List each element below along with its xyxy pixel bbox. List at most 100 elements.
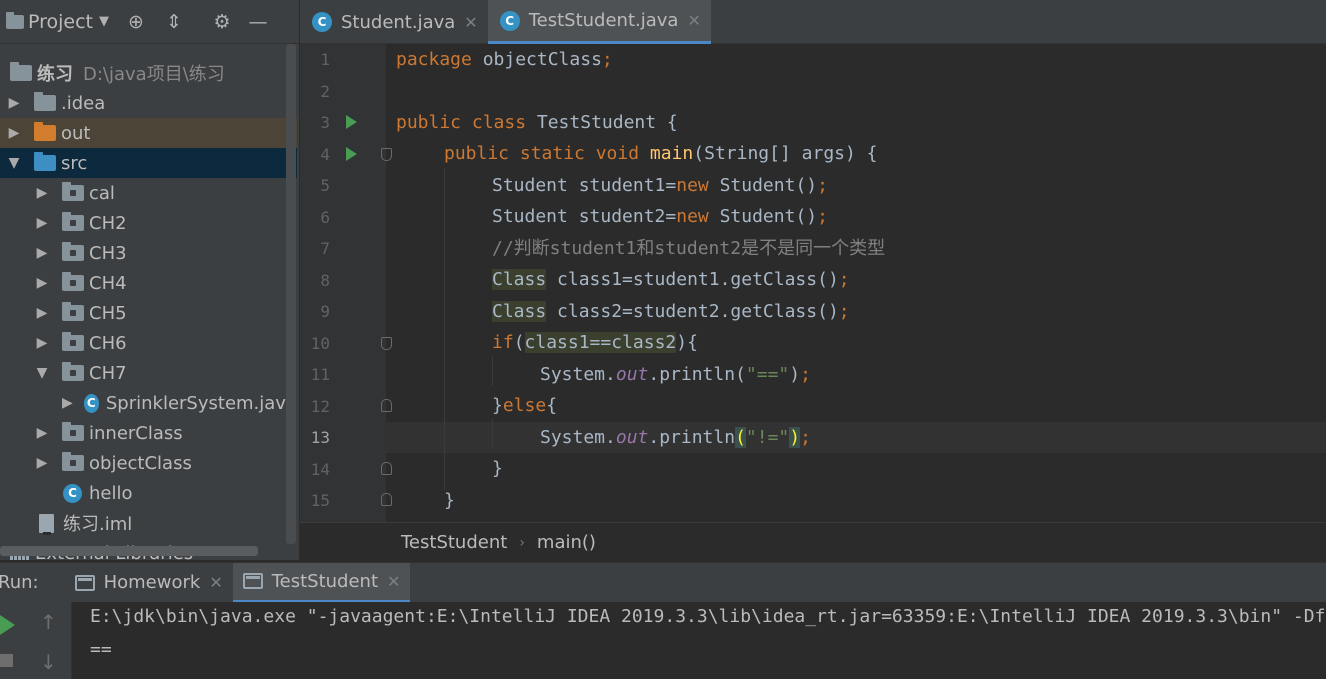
rerun-icon[interactable] xyxy=(0,615,15,635)
console-icon xyxy=(74,574,95,591)
code-line-6: Student student2=new Student(); xyxy=(492,201,828,232)
semicolon: ; xyxy=(817,175,828,196)
stop-icon[interactable] xyxy=(0,654,13,667)
breadcrumb-class[interactable]: TestStudent xyxy=(401,532,507,553)
code-text: class2=student2.getClass() xyxy=(546,301,839,322)
tree-item-innerclass[interactable]: ▶ innerClass xyxy=(0,418,297,448)
tree-item-ch5[interactable]: ▶ CH5 xyxy=(0,298,297,328)
tree-item-ch3[interactable]: ▶ CH3 xyxy=(0,238,297,268)
chevron-right-icon[interactable]: ▶ xyxy=(34,305,50,321)
tree-item-label: CH4 xyxy=(89,272,127,294)
folder-icon xyxy=(34,92,56,111)
tree-item-idea[interactable]: ▶ .idea xyxy=(0,88,297,118)
close-icon[interactable]: ✕ xyxy=(464,13,477,32)
chevron-right-icon[interactable]: ▶ xyxy=(34,185,50,201)
arrow-up-icon[interactable]: ↑ xyxy=(40,610,57,634)
tree-item-cal[interactable]: ▶ cal xyxy=(0,178,297,208)
close-icon[interactable]: ✕ xyxy=(387,572,400,591)
run-panel-header: Run: Homework ✕ TestStudent ✕ xyxy=(0,562,1326,603)
highlighted-identifier: Class xyxy=(492,269,547,290)
string-literal: "==" xyxy=(745,364,790,385)
code-line-8: Class class1=student1.getClass(); xyxy=(492,264,850,295)
run-class-icon[interactable] xyxy=(346,115,357,129)
tab-teststudent-java[interactable]: C TestStudent.java ✕ xyxy=(487,0,711,44)
semicolon: ; xyxy=(800,427,811,448)
code-line-15: } xyxy=(444,485,455,516)
line-number: 12 xyxy=(310,397,330,416)
chevron-right-icon[interactable]: ▶ xyxy=(34,455,50,471)
package-icon xyxy=(62,452,84,471)
run-tab-homework[interactable]: Homework ✕ xyxy=(65,563,233,603)
package-icon xyxy=(62,332,84,351)
arrow-down-icon[interactable]: ↓ xyxy=(40,650,57,674)
keyword: public class xyxy=(396,112,527,133)
breadcrumb-method[interactable]: main() xyxy=(537,532,596,553)
package-icon xyxy=(62,362,84,381)
tree-item-hello[interactable]: C hello xyxy=(0,478,297,508)
chevron-right-icon: › xyxy=(519,534,525,551)
line-number: 7 xyxy=(320,239,330,258)
gear-icon[interactable]: ⚙ xyxy=(209,11,235,33)
code-line-13: System.out.println("!="); xyxy=(540,422,811,453)
chevron-right-icon[interactable]: ▶ xyxy=(34,335,50,351)
code-line-4: public static void main(String[] args) { xyxy=(444,138,878,169)
tree-item-objectclass[interactable]: ▶ objectClass xyxy=(0,448,297,478)
semicolon: ; xyxy=(601,49,613,70)
source-folder-icon xyxy=(34,152,56,171)
tree-item-label: SprinklerSystem.java xyxy=(105,392,297,414)
chevron-right-icon[interactable]: ▶ xyxy=(34,215,50,231)
collapse-icon[interactable]: ⇕ xyxy=(161,11,187,33)
target-icon[interactable]: ⊕ xyxy=(123,11,149,33)
line-number: 3 xyxy=(320,113,330,132)
chevron-right-icon[interactable]: ▶ xyxy=(61,395,74,411)
tree-item-out[interactable]: ▶ out xyxy=(0,118,297,148)
fold-icon[interactable] xyxy=(381,148,392,161)
console-icon xyxy=(242,573,263,589)
fold-icon[interactable] xyxy=(381,337,392,350)
project-title[interactable]: Project xyxy=(28,11,93,33)
run-main-icon[interactable] xyxy=(346,147,357,161)
code-line-3: public class TestStudent { xyxy=(396,107,678,138)
code-text: System. xyxy=(540,427,616,448)
tree-vertical-scrollbar[interactable] xyxy=(286,44,296,544)
code-text: objectClass xyxy=(471,49,602,70)
tree-item-ch4[interactable]: ▶ CH4 xyxy=(0,268,297,298)
minimize-icon[interactable]: — xyxy=(245,11,271,33)
tree-item-sprinkler[interactable]: ▶ C SprinklerSystem.java xyxy=(0,388,297,418)
chevron-down-icon[interactable]: ▼ xyxy=(6,155,22,171)
code-text: ) xyxy=(789,364,801,385)
run-console[interactable]: E:\jdk\bin\java.exe "-javaagent:E:\Intel… xyxy=(72,602,1326,679)
tree-item-label: CH7 xyxy=(89,362,127,384)
code-text: ){ xyxy=(676,332,698,353)
editor-tab-bar: C Student.java ✕ C TestStudent.java ✕ xyxy=(300,0,1326,44)
fold-icon[interactable] xyxy=(381,462,392,475)
chevron-right-icon[interactable]: ▶ xyxy=(34,425,50,441)
chevron-right-icon[interactable]: ▶ xyxy=(34,245,50,261)
tree-item-root[interactable]: 练习 D:\java项目\练习 xyxy=(0,58,297,88)
tree-horizontal-scrollbar[interactable] xyxy=(0,546,258,556)
highlighted-expression: class1==class2 xyxy=(524,332,677,353)
run-tab-teststudent[interactable]: TestStudent ✕ xyxy=(232,562,411,603)
tree-item-ch7[interactable]: ▼ CH7 xyxy=(0,358,297,388)
chevron-down-icon[interactable]: ▼ xyxy=(34,365,50,381)
tab-label: TestStudent.java xyxy=(528,10,679,31)
close-icon[interactable]: ✕ xyxy=(687,11,700,30)
semicolon: ; xyxy=(817,206,828,227)
semicolon: ; xyxy=(838,269,850,290)
chevron-down-icon[interactable]: ▼ xyxy=(93,14,115,29)
close-icon[interactable]: ✕ xyxy=(209,573,222,592)
package-icon xyxy=(62,272,84,291)
fold-icon[interactable] xyxy=(381,399,392,412)
keyword: new xyxy=(676,206,709,227)
indent-guide xyxy=(492,356,493,386)
chevron-right-icon[interactable]: ▶ xyxy=(6,95,22,111)
fold-icon[interactable] xyxy=(381,493,392,506)
tree-item-ch6[interactable]: ▶ CH6 xyxy=(0,328,297,358)
tree-item-src[interactable]: ▼ src xyxy=(0,148,297,178)
chevron-right-icon[interactable]: ▶ xyxy=(34,275,50,291)
chevron-right-icon[interactable]: ▶ xyxy=(6,125,22,141)
tab-student-java[interactable]: C Student.java ✕ xyxy=(300,0,488,44)
tree-item-ch2[interactable]: ▶ CH2 xyxy=(0,208,297,238)
tree-item-iml[interactable]: 练习.iml xyxy=(0,508,297,538)
code-line-10: if(class1==class2){ xyxy=(492,327,698,358)
